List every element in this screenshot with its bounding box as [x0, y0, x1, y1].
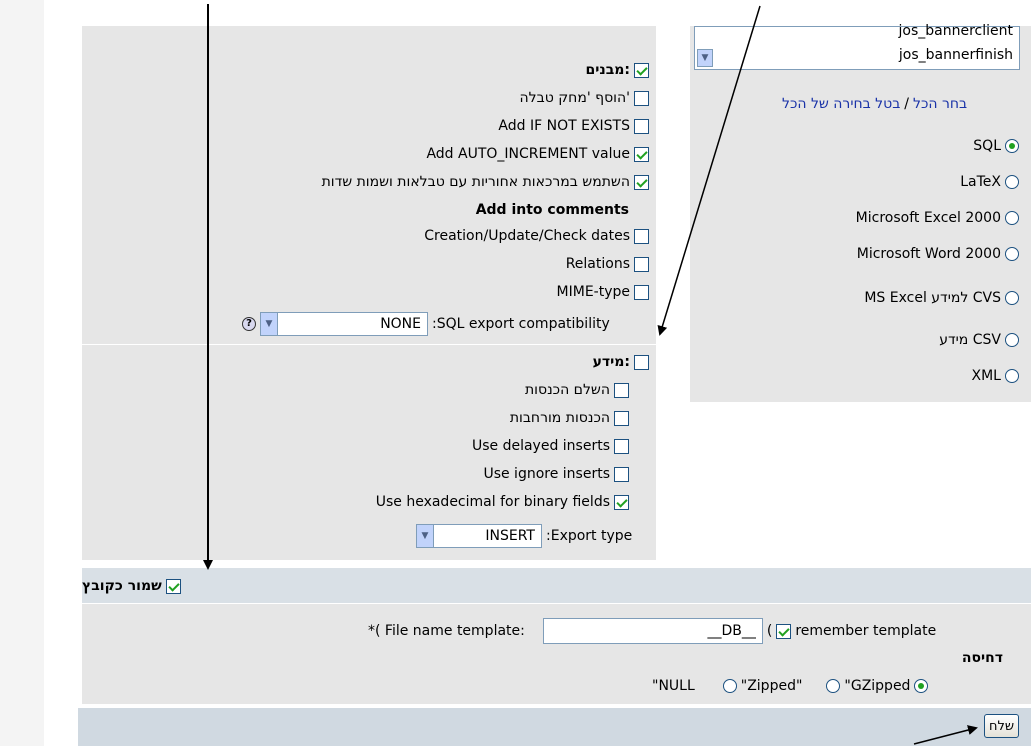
arrow-to-structure-section: [657, 5, 761, 336]
annotation-arrows: [203, 4, 978, 745]
arrow-to-submit-button: [913, 725, 978, 745]
